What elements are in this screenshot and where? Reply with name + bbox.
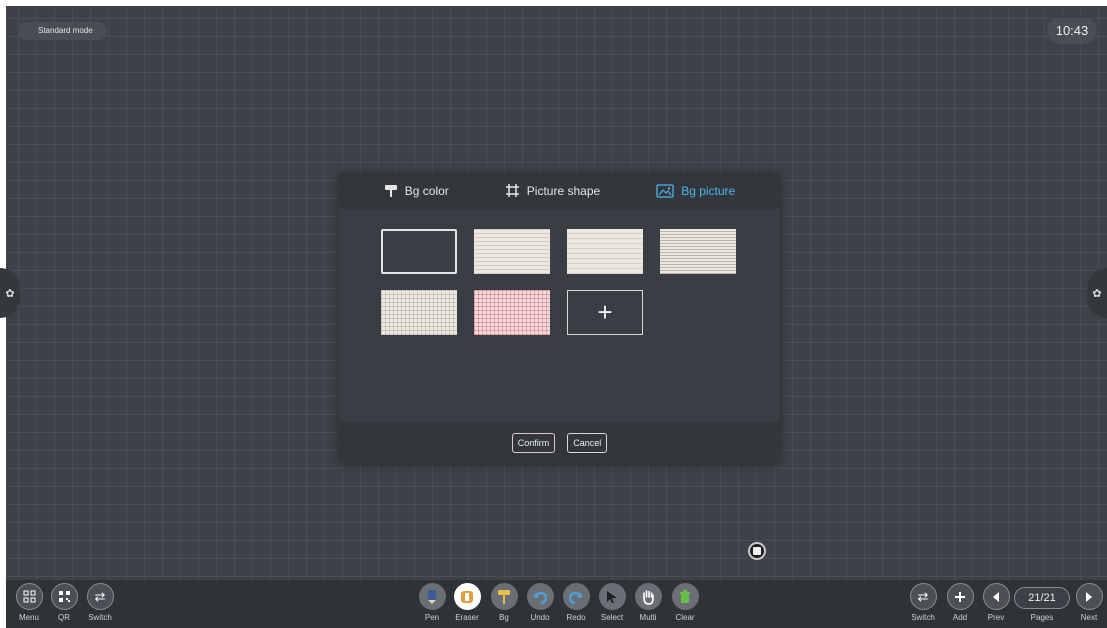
toolbar-label: Clear: [675, 613, 695, 622]
tab-bg-picture[interactable]: Bg picture: [656, 184, 735, 198]
toolbar-label: Pen: [424, 613, 440, 622]
paint-roller-icon: [384, 184, 397, 197]
toolbar-select[interactable]: Select: [592, 583, 632, 622]
right-settings-handle[interactable]: ✿: [1087, 268, 1107, 318]
gear-icon: ✿: [1092, 287, 1102, 300]
confirm-button[interactable]: Confirm: [511, 432, 556, 453]
eraser-icon: [453, 583, 481, 610]
cancel-button[interactable]: Cancel: [567, 432, 608, 453]
toolbar-label: Menu: [18, 613, 39, 622]
toolbar-label: Prev: [987, 613, 1005, 622]
toolbar-switch-right[interactable]: ⇄ Switch: [903, 583, 943, 622]
toolbar-switch-left[interactable]: ⇄ Switch: [80, 583, 120, 622]
trash-icon: [671, 583, 699, 610]
undo-icon: [526, 583, 554, 610]
dialog-tab-bar: Bg color Picture shape Bg picture: [339, 172, 780, 209]
bg-thumbnail-grid[interactable]: [381, 290, 457, 335]
toolbar-label: Switch: [88, 613, 112, 622]
mode-indicator[interactable]: Standard mode: [18, 22, 107, 40]
left-settings-handle[interactable]: ✿: [0, 268, 20, 318]
image-icon: [656, 183, 674, 198]
toolbar-pages: Pages: [1022, 583, 1062, 622]
toolbar-label: Add: [952, 613, 968, 622]
toolbar-add-page[interactable]: Add: [940, 583, 980, 622]
toolbar-prev-page[interactable]: Prev: [976, 583, 1016, 622]
cursor-icon: [598, 583, 626, 610]
bg-thumbnail-blank[interactable]: [381, 229, 457, 274]
toolbar-label: Select: [600, 613, 624, 622]
menu-grid-icon: [15, 583, 43, 610]
bg-thumbnail-lined[interactable]: [474, 229, 550, 274]
toolbar-eraser[interactable]: Eraser: [447, 583, 487, 622]
tab-label: Bg picture: [681, 183, 736, 198]
toolbar-label: Next: [1080, 613, 1098, 622]
bg-thumbnail-pink-grid[interactable]: [474, 290, 550, 335]
add-background-button[interactable]: +: [567, 290, 643, 335]
redo-icon: [562, 583, 590, 610]
toolbar-label: Pages: [1030, 613, 1054, 622]
toolbar-label: Bg: [499, 613, 509, 622]
switch-icon: ⇄: [909, 583, 937, 610]
toolbar-menu[interactable]: Menu: [9, 583, 49, 622]
bottom-toolbar: Menu QR ⇄ Switch Pen Eraser Bg Undo Redo…: [6, 580, 1107, 628]
tab-label: Bg color: [404, 183, 449, 198]
toolbar-next-page[interactable]: Next: [1069, 583, 1107, 622]
tab-picture-shape[interactable]: Picture shape: [505, 183, 600, 198]
qr-code-icon: [50, 583, 78, 610]
toolbar-label: Switch: [911, 613, 935, 622]
background-dialog: Bg color Picture shape Bg picture + Conf…: [339, 172, 780, 463]
top-frame-edge: [0, 0, 1107, 6]
bg-thumbnail-lined-wide[interactable]: [567, 229, 643, 274]
toolbar-multi[interactable]: Multi: [628, 583, 668, 622]
stop-icon: [753, 547, 761, 555]
background-thumbnail-grid: +: [381, 229, 741, 349]
floating-stop-button[interactable]: [748, 542, 766, 560]
toolbar-label: QR: [58, 613, 70, 622]
toolbar-clear[interactable]: Clear: [665, 583, 705, 622]
toolbar-redo[interactable]: Redo: [556, 583, 596, 622]
tab-label: Picture shape: [526, 183, 601, 198]
bg-thumbnail-lined-dense[interactable]: [660, 229, 736, 274]
prev-icon: [982, 583, 1010, 610]
toolbar-qr[interactable]: QR: [44, 583, 84, 622]
toolbar-undo[interactable]: Undo: [520, 583, 560, 622]
paint-roller-icon: [490, 583, 518, 610]
plus-icon: [946, 583, 974, 610]
switch-icon: ⇄: [86, 583, 114, 610]
tab-bg-color[interactable]: Bg color: [384, 184, 449, 198]
toolbar-pen[interactable]: Pen: [412, 583, 452, 622]
toolbar-bg[interactable]: Bg: [484, 583, 524, 622]
toolbar-label: Eraser: [455, 613, 479, 622]
dialog-footer: Confirm Cancel: [339, 422, 780, 463]
hand-icon: [634, 583, 662, 610]
toolbar-label: Undo: [530, 613, 550, 622]
toolbar-label: Redo: [566, 613, 586, 622]
next-icon: [1075, 583, 1103, 610]
gear-icon: ✿: [5, 287, 15, 300]
toolbar-label: Multi: [639, 613, 657, 622]
pen-icon: [418, 583, 446, 610]
crop-icon: [505, 184, 519, 197]
clock: 10:43: [1047, 18, 1097, 44]
